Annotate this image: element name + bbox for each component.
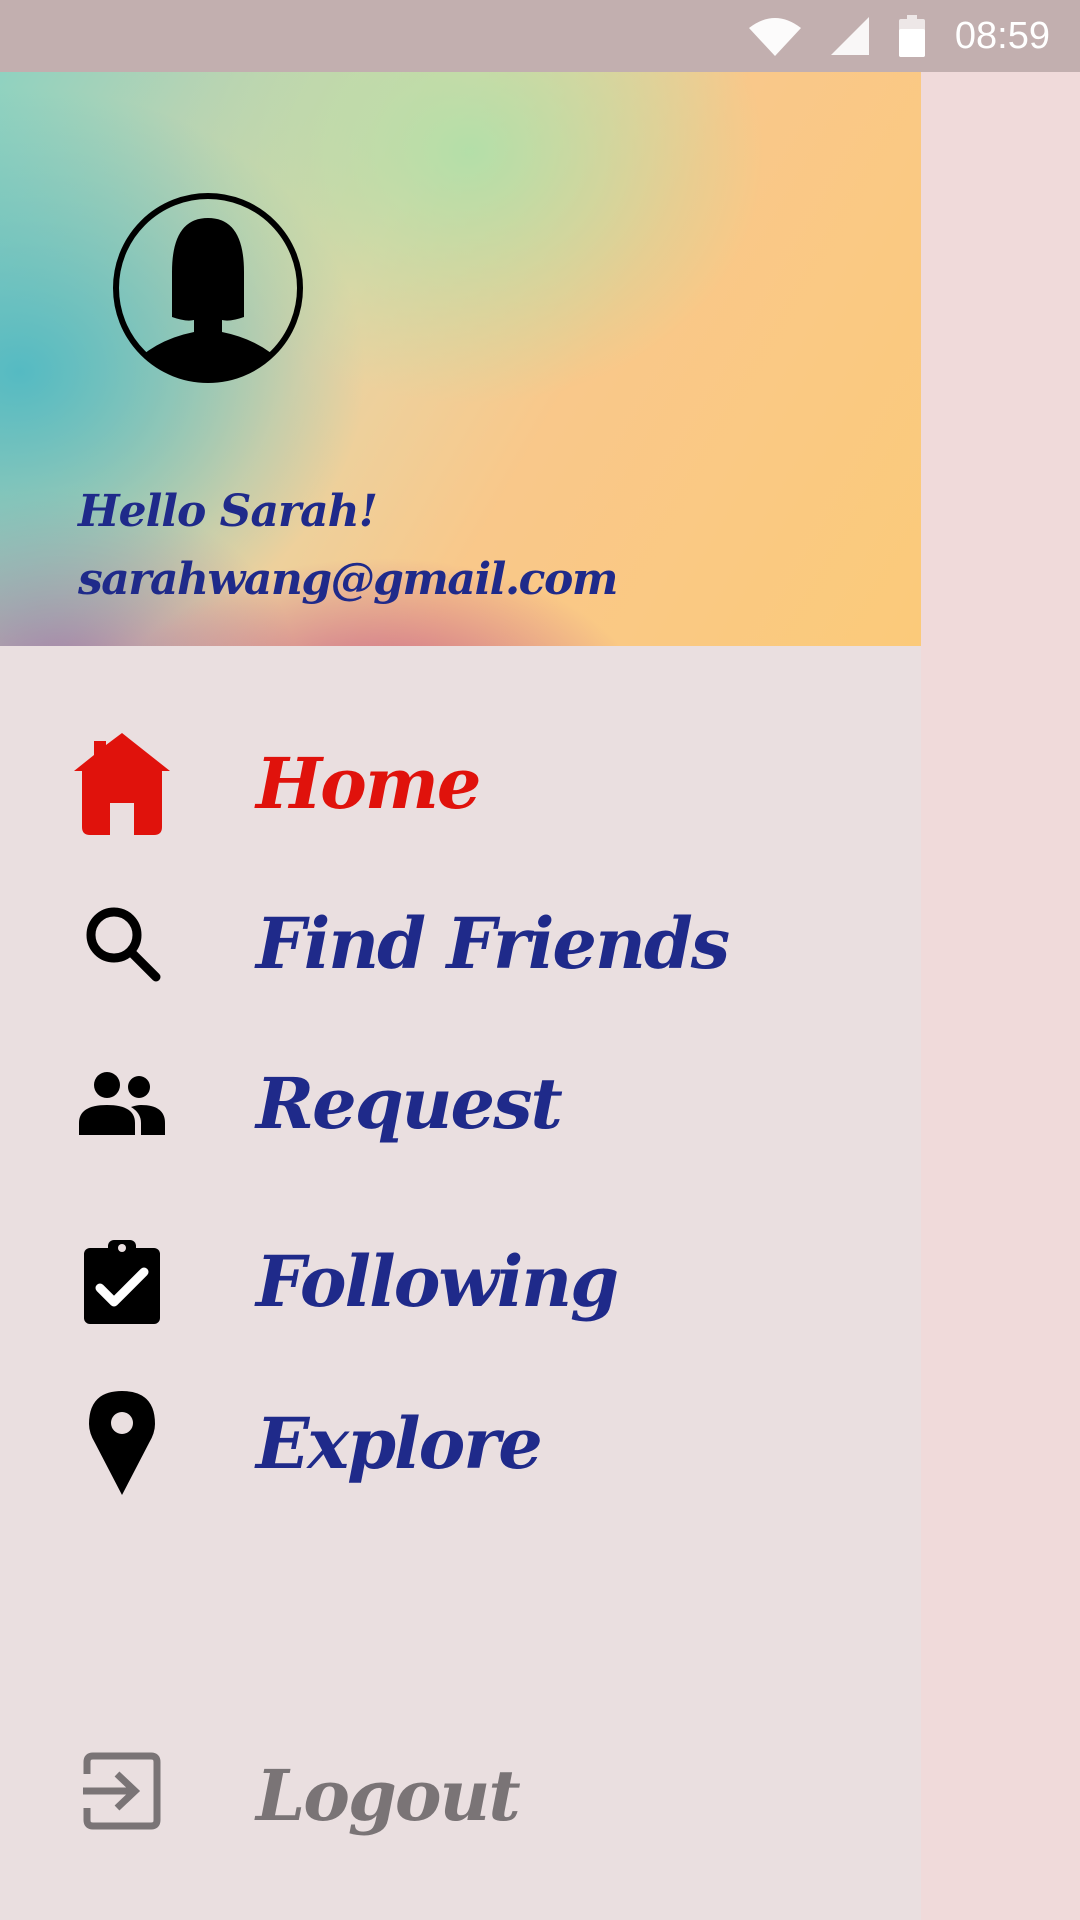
location-pin-icon: [72, 1388, 172, 1498]
status-bar: 08:59: [0, 0, 1080, 72]
user-email: sarahwang@gmail.com: [78, 554, 618, 605]
logout-icon: [72, 1736, 172, 1846]
navigation-drawer: Hello Sarah! sarahwang@gmail.com Home Fi…: [0, 72, 921, 1920]
menu-item-label: Find Friends: [256, 902, 730, 985]
menu-item-home[interactable]: Home: [0, 728, 921, 868]
menu-item-label: Home: [256, 742, 481, 825]
menu-item-label: Explore: [256, 1402, 543, 1485]
people-icon: [72, 1048, 172, 1158]
menu-item-label: Following: [256, 1240, 619, 1323]
greeting-text: Hello Sarah!: [78, 486, 378, 537]
menu-item-following[interactable]: Following: [0, 1226, 921, 1366]
status-icons: 08:59: [747, 0, 1080, 72]
menu-item-find-friends[interactable]: Find Friends: [0, 888, 921, 1028]
home-icon: [72, 728, 172, 838]
battery-icon: [898, 15, 925, 57]
female-avatar-icon[interactable]: [112, 192, 304, 384]
clipboard-check-icon: [72, 1226, 172, 1336]
menu-item-explore[interactable]: Explore: [0, 1388, 921, 1528]
status-time: 08:59: [954, 14, 1050, 57]
logout-label: Logout: [256, 1754, 521, 1837]
menu-item-request[interactable]: Request: [0, 1048, 921, 1188]
menu-item-label: Request: [256, 1062, 563, 1145]
drawer-header: Hello Sarah! sarahwang@gmail.com: [0, 72, 921, 646]
signal-icon: [830, 17, 869, 55]
wifi-icon: [747, 16, 803, 56]
search-icon: [72, 888, 172, 998]
logout-button[interactable]: Logout: [0, 1736, 921, 1876]
